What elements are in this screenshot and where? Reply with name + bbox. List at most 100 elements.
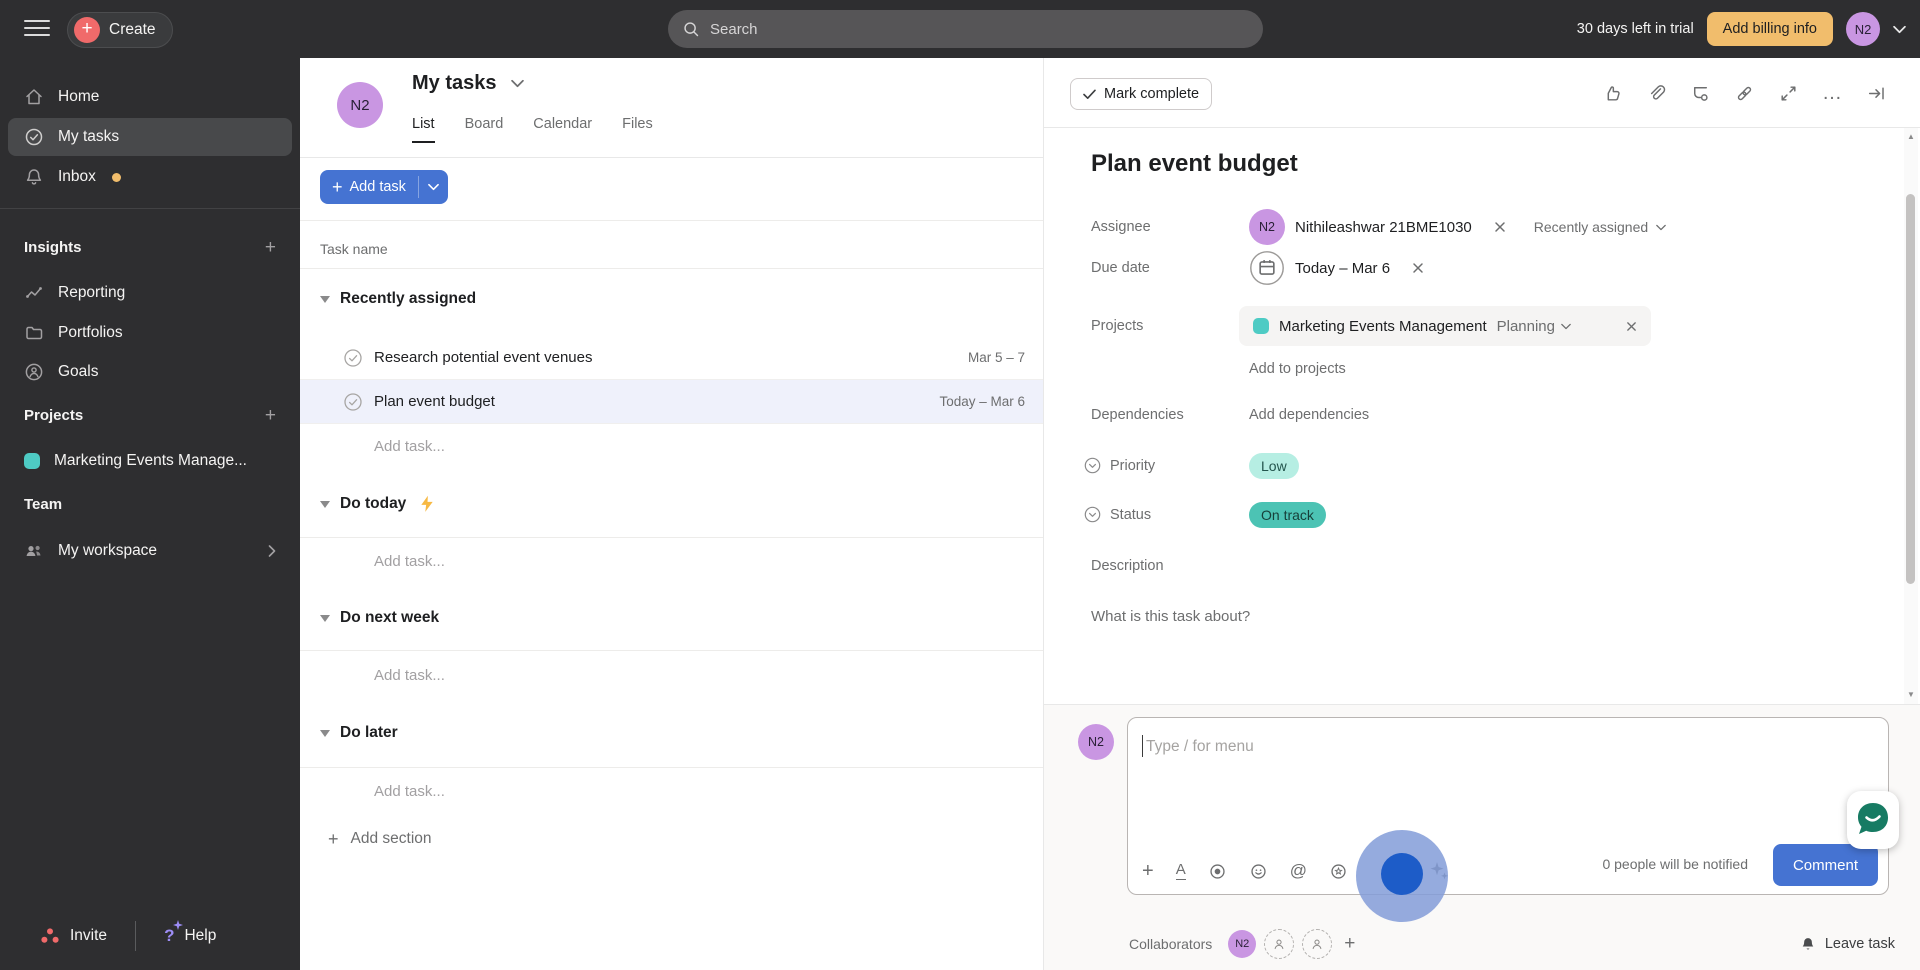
add-to-projects-link[interactable]: Add to projects: [1249, 361, 1346, 377]
collapse-triangle-icon[interactable]: [320, 500, 330, 508]
collapse-triangle-icon[interactable]: [320, 295, 330, 303]
task-detail-panel: Mark complete … Plan event budget Assign…: [1043, 58, 1920, 970]
invite-button[interactable]: Invite: [40, 927, 107, 945]
sidebar-item-my-tasks[interactable]: My tasks: [8, 118, 292, 156]
sidebar-item-home[interactable]: Home: [8, 78, 292, 116]
mark-complete-button[interactable]: Mark complete: [1070, 78, 1213, 110]
remove-project-icon[interactable]: [1626, 321, 1637, 332]
task-due-date: Today – Mar 6: [939, 394, 1025, 409]
emoji-icon[interactable]: [1249, 862, 1268, 881]
close-panel-icon[interactable]: [1866, 83, 1887, 104]
page-title[interactable]: My tasks: [412, 72, 524, 95]
scroll-up-icon[interactable]: ▲: [1904, 130, 1918, 144]
ai-sparkle-icon[interactable]: [1428, 860, 1450, 882]
copy-link-icon[interactable]: [1734, 83, 1755, 104]
account-chevron-down-icon[interactable]: [1893, 25, 1906, 34]
collaborator-avatar[interactable]: N2: [1228, 930, 1257, 958]
bell-icon: [1802, 938, 1814, 950]
section-header-do-later[interactable]: Do later: [320, 724, 398, 742]
chevron-down-icon: [1656, 224, 1667, 230]
notify-count-text: 0 people will be notified: [1602, 856, 1748, 872]
sidebar-item-portfolios[interactable]: Portfolios: [8, 314, 292, 352]
project-pill[interactable]: Marketing Events Management Planning: [1239, 306, 1651, 346]
more-options-icon[interactable]: …: [1822, 83, 1843, 103]
comment-input[interactable]: Type / for menu + A @ 0 people will be n…: [1127, 717, 1889, 895]
like-icon[interactable]: [1602, 83, 1623, 104]
empty-collaborator-slot[interactable]: [1264, 929, 1295, 959]
task-check-circle-icon[interactable]: [343, 392, 363, 412]
task-check-circle-icon[interactable]: [343, 348, 363, 368]
sidebar-item-label: Portfolios: [58, 324, 123, 341]
field-circle-chevron-icon: [1084, 457, 1101, 474]
section-header-do-next-week[interactable]: Do next week: [320, 609, 439, 627]
expand-icon[interactable]: [1778, 83, 1799, 104]
remove-due-date-icon[interactable]: [1412, 262, 1424, 274]
tab-files[interactable]: Files: [622, 116, 653, 143]
assignee-name[interactable]: Nithileashwar 21BME1030: [1295, 219, 1472, 236]
sidebar-item-my-workspace[interactable]: My workspace: [8, 532, 292, 570]
add-task-button[interactable]: + Add task: [320, 170, 418, 204]
recently-assigned-dropdown[interactable]: Recently assigned: [1534, 219, 1667, 235]
add-task-inline[interactable]: Add task...: [374, 553, 445, 570]
sidebar-divider: [0, 208, 300, 209]
description-input[interactable]: What is this task about?: [1091, 608, 1250, 625]
support-chat-widget[interactable]: [1847, 791, 1899, 849]
plus-icon: +: [74, 17, 100, 43]
user-avatar[interactable]: N2: [1846, 12, 1880, 46]
add-dependencies-link[interactable]: Add dependencies: [1249, 407, 1369, 423]
add-section-button[interactable]: + Add section: [328, 830, 432, 848]
sidebar-toggle-icon[interactable]: [24, 20, 50, 38]
add-task-inline[interactable]: Add task...: [374, 783, 445, 800]
sidebar-item-project-marketing[interactable]: Marketing Events Manage...: [8, 442, 292, 480]
help-button[interactable]: ? Help: [164, 920, 216, 946]
section-header-recently-assigned[interactable]: Recently assigned: [320, 290, 476, 308]
panel-scrollbar[interactable]: ▲ ▼: [1904, 128, 1918, 704]
scroll-down-icon[interactable]: ▼: [1904, 688, 1918, 702]
sidebar-item-inbox[interactable]: Inbox: [8, 158, 292, 196]
remove-assignee-icon[interactable]: [1494, 221, 1506, 233]
due-date-value[interactable]: Today – Mar 6: [1295, 260, 1390, 277]
add-project-button[interactable]: +: [265, 406, 276, 425]
team-header-label: Team: [24, 496, 63, 513]
appreciation-icon[interactable]: [1329, 862, 1348, 881]
priority-badge[interactable]: Low: [1249, 453, 1299, 479]
add-task-inline[interactable]: Add task...: [374, 667, 445, 684]
search-input[interactable]: Search: [668, 10, 1263, 48]
text-format-icon[interactable]: A: [1175, 862, 1186, 880]
tab-board[interactable]: Board: [465, 116, 504, 143]
attach-plus-icon[interactable]: +: [1142, 861, 1154, 881]
collapse-triangle-icon[interactable]: [320, 614, 330, 622]
home-icon: [26, 89, 42, 105]
task-row[interactable]: Research potential event venues Mar 5 – …: [300, 336, 1043, 380]
add-task-inline[interactable]: Add task...: [374, 438, 445, 455]
column-header-task-name[interactable]: Task name: [320, 230, 388, 268]
tab-list[interactable]: List: [412, 116, 435, 143]
mention-icon[interactable]: @: [1290, 861, 1307, 881]
calendar-icon[interactable]: [1249, 250, 1285, 286]
sidebar-item-goals[interactable]: Goals: [8, 353, 292, 391]
add-task-label: Add task: [349, 179, 406, 195]
project-section-dropdown[interactable]: Planning: [1497, 318, 1571, 335]
add-insight-button[interactable]: +: [265, 238, 276, 257]
sidebar-item-label: Reporting: [58, 284, 126, 301]
attachment-icon[interactable]: [1646, 83, 1667, 104]
record-video-icon[interactable]: [1208, 862, 1227, 881]
empty-collaborator-slot[interactable]: [1302, 929, 1333, 959]
status-badge[interactable]: On track: [1249, 502, 1326, 528]
section-header-do-today[interactable]: Do today: [320, 495, 434, 513]
add-task-options-button[interactable]: [419, 170, 448, 204]
sidebar: Home My tasks Inbox Insights + Reporting…: [0, 58, 300, 970]
collaborators-row: Collaborators N2 + Leave task: [1044, 917, 1920, 970]
add-billing-info-button[interactable]: Add billing info: [1706, 12, 1833, 46]
task-row-selected[interactable]: Plan event budget Today – Mar 6: [300, 380, 1043, 424]
leave-task-button[interactable]: Leave task: [1800, 935, 1895, 953]
create-button[interactable]: + Create: [67, 12, 173, 48]
collapse-triangle-icon[interactable]: [320, 729, 330, 737]
tab-calendar[interactable]: Calendar: [533, 116, 592, 143]
task-title[interactable]: Plan event budget: [1091, 150, 1298, 178]
sidebar-item-reporting[interactable]: Reporting: [8, 274, 292, 312]
comment-button[interactable]: Comment: [1772, 844, 1878, 886]
subtasks-icon[interactable]: [1690, 83, 1711, 104]
scrollbar-thumb[interactable]: [1906, 194, 1915, 584]
add-collaborator-button[interactable]: +: [1344, 933, 1355, 955]
